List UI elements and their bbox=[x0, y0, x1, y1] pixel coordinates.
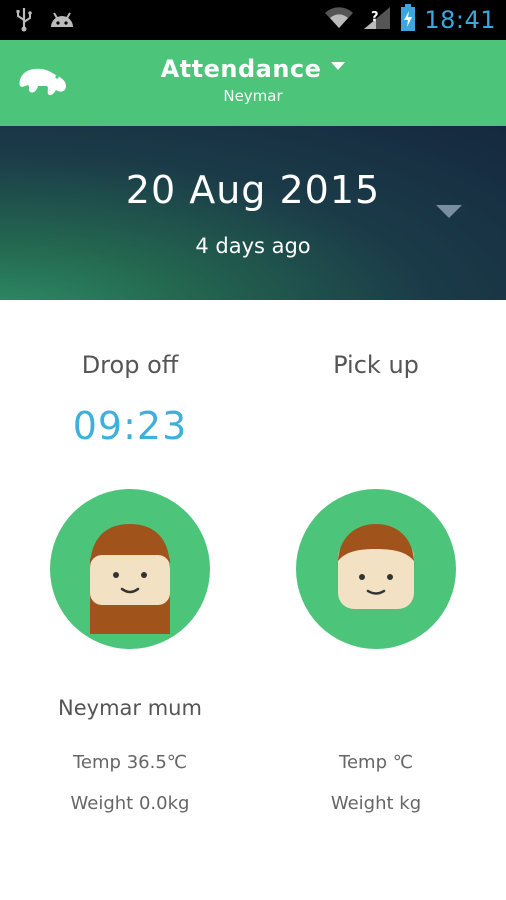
drop-off-person: Neymar mum bbox=[58, 696, 202, 720]
pick-up-label: Pick up bbox=[333, 351, 419, 379]
selected-date: 20 Aug 2015 bbox=[125, 168, 381, 212]
pick-up-temp: Temp ℃ bbox=[339, 752, 413, 773]
wifi-icon bbox=[324, 6, 354, 34]
app-bar-title-group[interactable]: Attendance Neymar bbox=[0, 55, 506, 105]
battery-charging-icon bbox=[400, 4, 416, 36]
child-name: Neymar bbox=[223, 87, 283, 105]
girl-avatar-icon bbox=[90, 524, 170, 634]
svg-text:?: ? bbox=[371, 10, 379, 25]
status-left-icons bbox=[14, 6, 76, 36]
status-right-icons: ? 18:41 bbox=[324, 4, 496, 36]
date-header[interactable]: 20 Aug 2015 4 days ago bbox=[0, 126, 506, 300]
signal-icon: ? bbox=[362, 5, 392, 35]
pick-up-weight: Weight kg bbox=[330, 793, 422, 814]
app-bar: Attendance Neymar bbox=[0, 40, 506, 126]
status-bar: ? 18:41 bbox=[0, 0, 506, 40]
drop-off-temp: Temp 36.5℃ bbox=[73, 752, 187, 773]
usb-icon bbox=[14, 6, 34, 36]
drop-off-weight: Weight 0.0kg bbox=[70, 793, 190, 814]
screen-title-text: Attendance bbox=[160, 55, 322, 83]
caret-down-icon bbox=[331, 62, 346, 70]
screen-title[interactable]: Attendance bbox=[0, 55, 506, 83]
status-clock: 18:41 bbox=[424, 6, 496, 34]
android-icon bbox=[48, 7, 76, 35]
relative-date: 4 days ago bbox=[195, 234, 311, 258]
drop-off-time: 09:23 bbox=[72, 404, 188, 448]
date-dropdown-icon[interactable] bbox=[436, 204, 462, 223]
pick-up-avatar[interactable] bbox=[296, 489, 456, 649]
drop-off-avatar[interactable] bbox=[50, 489, 210, 649]
boy-avatar-icon bbox=[337, 524, 415, 609]
drop-off-label: Drop off bbox=[81, 351, 179, 379]
